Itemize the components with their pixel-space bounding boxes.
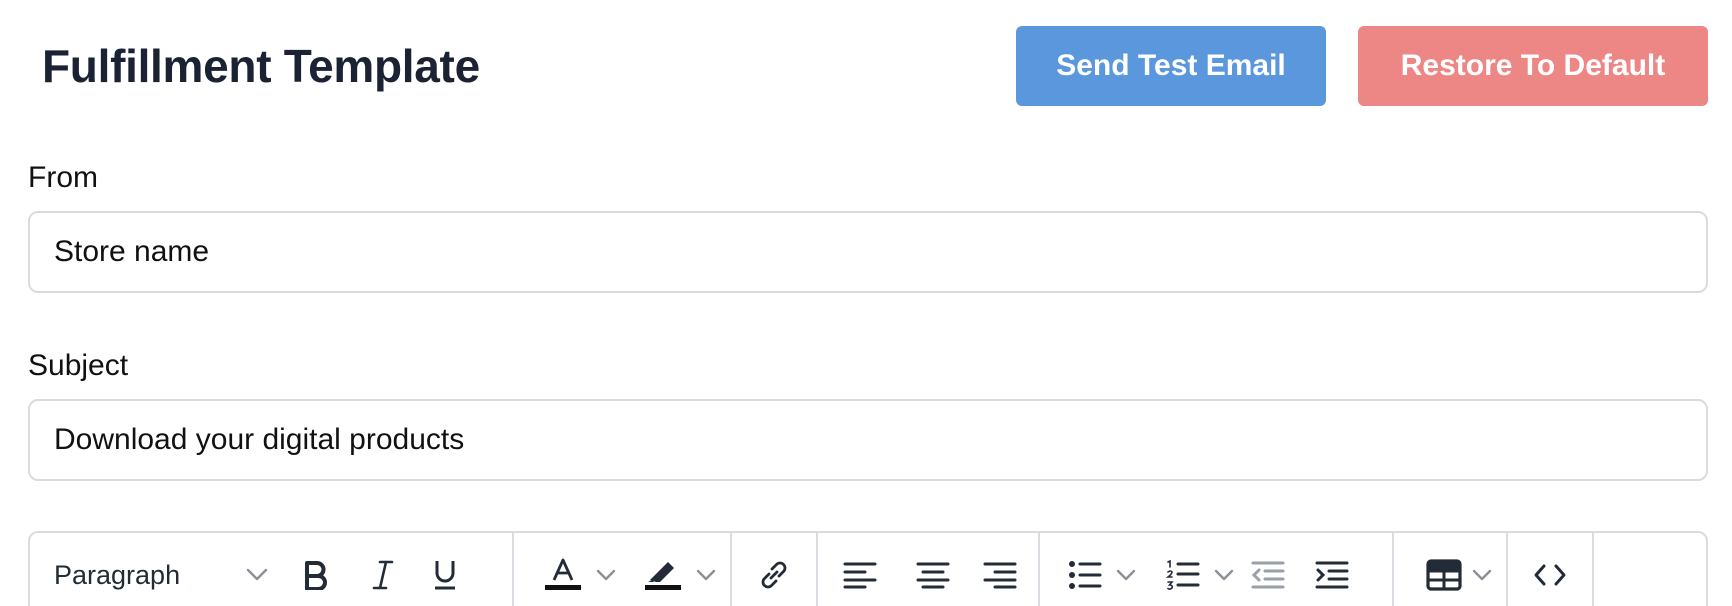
align-left-button[interactable] (818, 547, 902, 603)
italic-button[interactable] (352, 547, 414, 603)
underline-button[interactable] (414, 547, 476, 603)
toolbar-group-alignment (818, 533, 1040, 606)
subject-input[interactable] (28, 399, 1708, 481)
toolbar-group-table (1394, 533, 1508, 606)
bold-icon (303, 560, 329, 590)
chevron-down-icon (696, 569, 716, 581)
editor-toolbar: Paragraph (28, 531, 1708, 606)
chevron-down-icon (1472, 569, 1492, 581)
chevron-down-icon (596, 569, 616, 581)
from-input[interactable] (28, 211, 1708, 293)
numbered-list-button[interactable] (1138, 547, 1236, 603)
outdent-button[interactable] (1236, 547, 1300, 603)
page-title: Fulfillment Template (42, 40, 480, 92)
highlight-icon (644, 558, 682, 592)
chevron-down-icon (246, 568, 268, 582)
chevron-down-icon (1116, 569, 1136, 581)
italic-icon (372, 560, 394, 590)
align-center-button[interactable] (902, 547, 964, 603)
align-right-button[interactable] (964, 547, 1036, 603)
align-center-icon (916, 561, 950, 589)
indent-button[interactable] (1300, 547, 1364, 603)
block-format-select[interactable]: Paragraph (30, 547, 280, 603)
toolbar-group-formatting: Paragraph (30, 533, 514, 606)
link-icon (756, 557, 792, 593)
underline-icon (433, 559, 457, 591)
toolbar-group-source (1508, 533, 1594, 606)
fulfillment-template-page: Fulfillment Template Send Test Email Res… (0, 0, 1732, 606)
bullet-list-button[interactable] (1040, 547, 1138, 603)
toolbar-group-lists (1040, 533, 1394, 606)
bullet-list-icon (1068, 560, 1102, 590)
link-button[interactable] (732, 547, 816, 603)
numbered-list-icon (1166, 559, 1200, 591)
text-color-icon (544, 558, 582, 592)
table-button[interactable] (1394, 547, 1498, 603)
bold-button[interactable] (280, 547, 352, 603)
subject-label: Subject (28, 349, 129, 382)
chevron-down-icon (1214, 569, 1234, 581)
send-test-email-button[interactable]: Send Test Email (1016, 26, 1326, 106)
highlight-color-button[interactable] (620, 547, 720, 603)
block-format-label: Paragraph (54, 559, 181, 590)
align-right-icon (983, 561, 1017, 589)
align-left-icon (843, 561, 877, 589)
outdent-icon (1251, 560, 1285, 590)
text-color-button[interactable] (514, 547, 620, 603)
from-label: From (28, 161, 98, 194)
indent-icon (1315, 560, 1349, 590)
source-code-button[interactable] (1508, 547, 1592, 603)
toolbar-group-link (732, 533, 818, 606)
table-icon (1426, 559, 1462, 591)
restore-to-default-button[interactable]: Restore To Default (1358, 26, 1708, 106)
source-code-icon (1533, 563, 1567, 587)
toolbar-group-colors (514, 533, 732, 606)
